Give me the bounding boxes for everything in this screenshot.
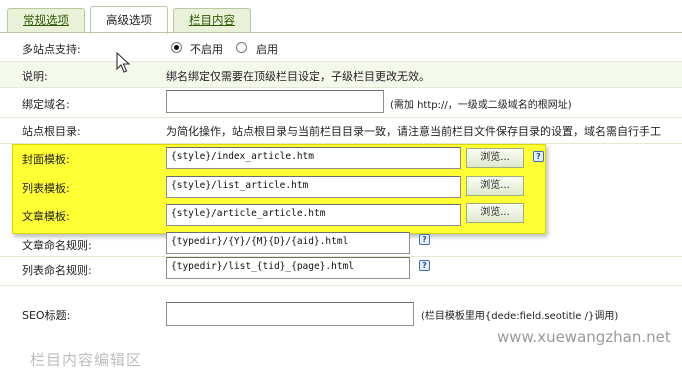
- article-naming-label: 文章命名规则:: [22, 239, 92, 252]
- domain-input[interactable]: [166, 90, 384, 113]
- tab-divider: [0, 32, 682, 33]
- list-template-label: 列表模板:: [22, 182, 70, 195]
- article-template-label: 文章模板:: [22, 210, 70, 223]
- tab-bar: 常规选项 高级选项 栏目内容: [0, 0, 682, 34]
- multisite-label: 多站点支持:: [22, 43, 81, 56]
- cover-template-help-icon[interactable]: ?: [533, 151, 544, 162]
- article-template-browse-button[interactable]: 浏览...: [466, 203, 524, 223]
- cover-template-browse-button[interactable]: 浏览...: [466, 148, 524, 168]
- mouse-cursor-icon: [116, 52, 131, 73]
- site-root-label: 站点根目录:: [22, 125, 81, 138]
- list-naming-row: 列表命名规则: {typedir}/list_{tid}_{page}.html…: [0, 257, 682, 286]
- cover-template-input[interactable]: {style}/index_article.htm: [166, 147, 461, 169]
- article-template-input[interactable]: {style}/article_article.htm: [166, 204, 461, 226]
- multisite-disable-radio[interactable]: [171, 42, 182, 53]
- tab-advanced[interactable]: 高级选项: [90, 6, 168, 34]
- domain-label: 绑定域名:: [22, 98, 70, 111]
- multisite-enable-radio[interactable]: [236, 42, 247, 53]
- article-naming-row: 文章命名规则: {typedir}/{Y}/{M}{D}/{aid}.html …: [0, 232, 682, 257]
- site-root-text: 为简化操作，站点根目录与当前栏目目录一致，请注意当前栏目文件保存目录的设置，域名…: [166, 125, 661, 138]
- seo-title-input[interactable]: [166, 302, 414, 326]
- list-template-input[interactable]: {style}/list_article.htm: [166, 176, 461, 198]
- article-naming-input[interactable]: {typedir}/{Y}/{M}{D}/{aid}.html: [166, 232, 410, 254]
- note-row: 说明: 绑名绑定仅需要在顶级栏目设定，子级栏目更改无效。: [0, 62, 682, 88]
- tab-column-content[interactable]: 栏目内容: [173, 8, 251, 32]
- tab-general[interactable]: 常规选项: [7, 8, 85, 32]
- domain-row: 绑定域名: (需加 http://，一级或二级域名的根网址): [0, 88, 682, 118]
- list-naming-help-icon[interactable]: ?: [419, 260, 430, 271]
- multisite-row: 多站点支持: 不启用 启用: [0, 34, 682, 62]
- multisite-disable-label: 不启用: [190, 43, 223, 56]
- article-naming-help-icon[interactable]: ?: [419, 234, 430, 245]
- list-naming-label: 列表命名规则:: [22, 264, 92, 277]
- domain-hint: (需加 http://，一级或二级域名的根网址): [390, 100, 572, 111]
- note-text: 绑名绑定仅需要在顶级栏目设定，子级栏目更改无效。: [166, 70, 430, 83]
- multisite-enable-label: 启用: [256, 43, 278, 56]
- list-naming-input[interactable]: {typedir}/list_{tid}_{page}.html: [166, 257, 410, 279]
- bottom-section-heading: 栏目内容编辑区: [30, 351, 143, 369]
- seo-hint: (栏目模板里用{dede:field.seotitle /}调用): [421, 311, 619, 322]
- list-template-browse-button[interactable]: 浏览...: [466, 176, 524, 196]
- cover-template-label: 封面模板:: [22, 153, 70, 166]
- site-watermark: www.xuewangzhan.net: [497, 328, 671, 346]
- seo-label: SEO标题:: [22, 309, 71, 322]
- note-label: 说明:: [22, 70, 48, 83]
- site-root-row: 站点根目录: 为简化操作，站点根目录与当前栏目目录一致，请注意当前栏目文件保存目…: [0, 118, 682, 144]
